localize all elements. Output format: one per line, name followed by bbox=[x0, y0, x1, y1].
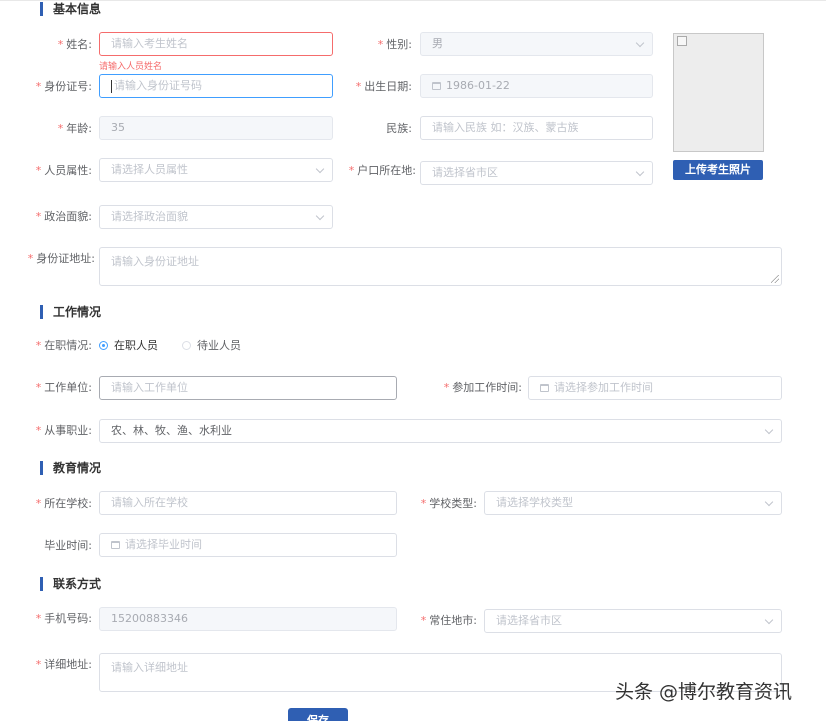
person-type-select[interactable]: 请选择人员属性 bbox=[99, 158, 333, 182]
chevron-down-icon bbox=[764, 425, 774, 435]
name-input[interactable]: 请输入考生姓名 bbox=[99, 32, 333, 56]
section-education: 教育情况 bbox=[40, 461, 101, 475]
photo-preview bbox=[673, 33, 764, 152]
age-input[interactable]: 35 bbox=[99, 116, 333, 140]
text-caret bbox=[111, 79, 112, 93]
political-select[interactable]: 请选择政治面貌 bbox=[99, 205, 333, 229]
gender-select[interactable]: 男 bbox=[420, 32, 653, 56]
save-button[interactable]: 保存 bbox=[288, 708, 348, 721]
calendar-icon bbox=[540, 384, 549, 392]
broken-image-icon bbox=[677, 36, 687, 46]
calendar-icon bbox=[432, 82, 441, 90]
residence-label: * 常住地市: bbox=[420, 614, 477, 627]
chevron-down-icon bbox=[764, 497, 774, 507]
employer-input[interactable]: 请输入工作单位 bbox=[99, 376, 397, 400]
name-error-tip: 请输入人员姓名 bbox=[99, 62, 163, 72]
chevron-down-icon bbox=[764, 615, 774, 625]
section-work: 工作情况 bbox=[40, 305, 101, 319]
ethnicity-label: 民族: bbox=[386, 122, 412, 135]
resize-handle-icon[interactable] bbox=[771, 275, 779, 283]
birth-date-label: * 出生日期: bbox=[355, 80, 412, 93]
radio-unchecked-icon bbox=[182, 340, 191, 350]
school-label: * 所在学校: bbox=[35, 497, 92, 510]
address-label: * 详细地址: bbox=[35, 658, 92, 671]
hukou-select[interactable]: 请选择省市区 bbox=[420, 161, 653, 185]
calendar-icon bbox=[111, 541, 120, 549]
hukou-label: * 户口所在地: bbox=[348, 164, 416, 177]
phone-label: * 手机号码: bbox=[35, 612, 92, 625]
school-input[interactable]: 请输入所在学校 bbox=[99, 491, 397, 515]
gender-label: * 性别: bbox=[377, 38, 412, 51]
radio-employed[interactable]: 在职人员 bbox=[99, 334, 158, 358]
id-address-textarea[interactable]: 请输入身份证地址 bbox=[99, 247, 782, 286]
occupation-select[interactable]: 农、林、牧、渔、水利业 bbox=[99, 419, 782, 443]
phone-input[interactable]: 15200883346 bbox=[99, 607, 397, 631]
work-start-label: * 参加工作时间: bbox=[443, 381, 522, 394]
occupation-label: * 从事职业: bbox=[35, 424, 92, 437]
birth-date-picker[interactable]: 1986-01-22 bbox=[420, 74, 653, 98]
graduation-label: 毕业时间: bbox=[44, 539, 92, 552]
chevron-down-icon bbox=[315, 164, 325, 174]
radio-unemployed[interactable]: 待业人员 bbox=[182, 334, 241, 358]
ethnicity-input[interactable]: 请输入民族 如：汉族、蒙古族 bbox=[420, 116, 653, 140]
id-number-input[interactable]: 请输入身份证号码 bbox=[99, 74, 333, 98]
work-status-label: * 在职情况: bbox=[35, 339, 92, 352]
id-address-label: * 身份证地址: bbox=[27, 252, 95, 265]
watermark-text: 头条 @博尔教育资讯 bbox=[615, 681, 793, 703]
person-type-label: * 人员属性: bbox=[35, 164, 92, 177]
upload-photo-button[interactable]: 上传考生照片 bbox=[673, 160, 763, 180]
work-start-picker[interactable]: 请选择参加工作时间 bbox=[528, 376, 782, 400]
chevron-down-icon bbox=[635, 38, 645, 48]
chevron-down-icon bbox=[315, 211, 325, 221]
employer-label: * 工作单位: bbox=[35, 381, 92, 394]
age-label: * 年龄: bbox=[57, 122, 92, 135]
name-label: * 姓名: bbox=[57, 38, 92, 51]
radio-checked-icon bbox=[99, 340, 108, 350]
section-contact: 联系方式 bbox=[40, 577, 101, 591]
school-type-label: * 学校类型: bbox=[420, 497, 477, 510]
school-type-select[interactable]: 请选择学校类型 bbox=[484, 491, 782, 515]
graduation-picker[interactable]: 请选择毕业时间 bbox=[99, 533, 397, 557]
id-number-label: * 身份证号: bbox=[35, 80, 92, 93]
top-divider bbox=[0, 0, 826, 1]
political-label: * 政治面貌: bbox=[35, 210, 92, 223]
residence-select[interactable]: 请选择省市区 bbox=[484, 609, 782, 633]
section-basic-info: 基本信息 bbox=[40, 2, 101, 16]
chevron-down-icon bbox=[635, 167, 645, 177]
